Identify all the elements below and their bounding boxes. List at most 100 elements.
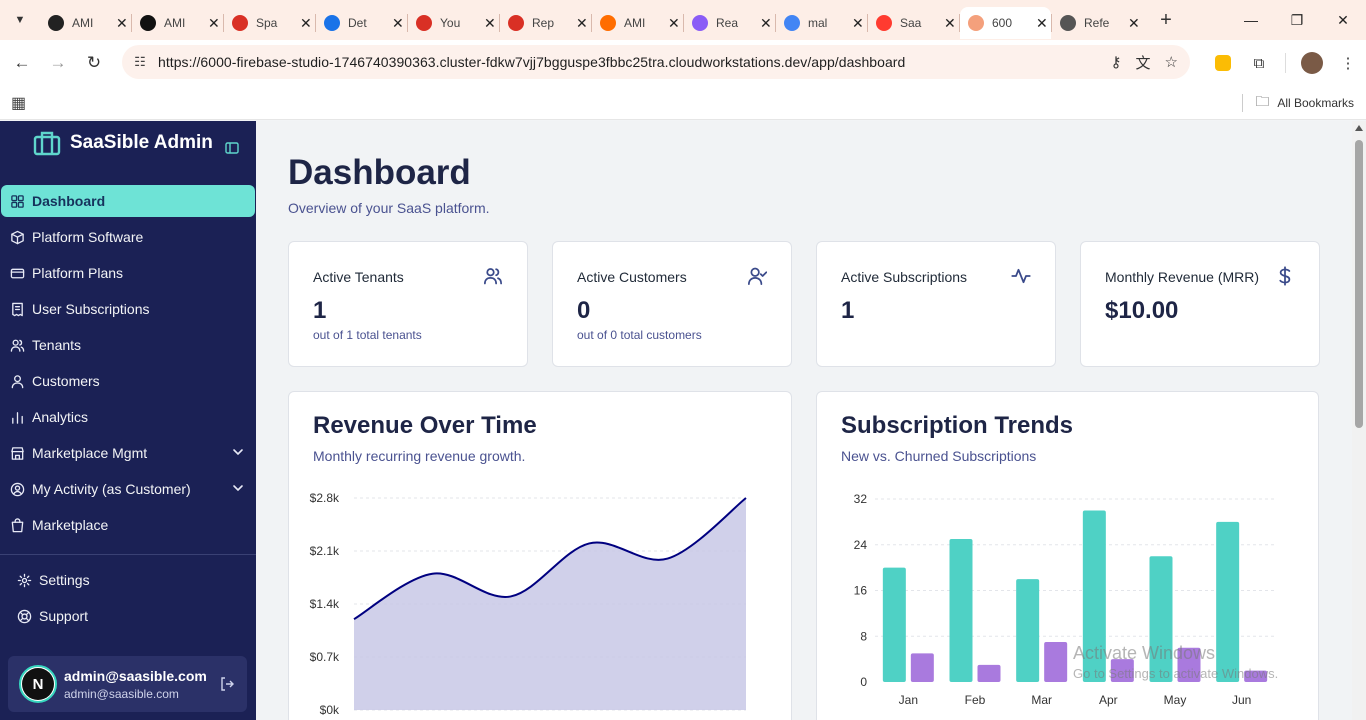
browser-tab[interactable]: Rea ✕ (684, 7, 775, 39)
page-scrollbar[interactable] (1352, 121, 1366, 720)
user-name: admin@saasible.com (64, 668, 207, 684)
all-bookmarks-label: All Bookmarks (1277, 96, 1354, 110)
sidebar-item-label: Marketplace (32, 517, 109, 533)
close-tab-icon[interactable]: ✕ (116, 15, 128, 32)
close-tab-icon[interactable]: ✕ (1036, 15, 1048, 32)
y-tick-label: $2.1k (310, 544, 340, 558)
sidebar-item-label: User Subscriptions (32, 301, 150, 317)
scroll-up-arrow[interactable] (1355, 125, 1363, 131)
user-profile[interactable]: N admin@saasible.com admin@saasible.com (8, 656, 247, 712)
chevron-down-icon[interactable] (231, 481, 245, 495)
sidebar-item-platform-plans[interactable]: Platform Plans (1, 257, 255, 289)
browser-tab[interactable]: Det ✕ (316, 7, 407, 39)
sidebar-item-analytics[interactable]: Analytics (1, 401, 255, 433)
sidebar-item-label: My Activity (as Customer) (32, 481, 191, 497)
globe-icon (1060, 15, 1076, 31)
bookmarks-bar: ▦ 🗀 All Bookmarks (0, 86, 1366, 120)
browser-tab[interactable]: Saa ✕ (868, 7, 959, 39)
x-tick-label: Apr (1099, 693, 1118, 707)
browser-tab[interactable]: Refe ✕ (1052, 7, 1143, 39)
close-tab-icon[interactable]: ✕ (392, 15, 404, 32)
bookmark-star-icon[interactable]: ☆ (1165, 53, 1178, 71)
sidebar-toggle-icon[interactable] (224, 140, 240, 156)
maximize-button[interactable]: ❐ (1274, 0, 1320, 40)
avatar: N (19, 665, 57, 703)
sidebar-item-my-activity-as-customer[interactable]: My Activity (as Customer) (1, 473, 255, 505)
browser-tab[interactable]: 600 ✕ (960, 7, 1051, 39)
browser-tab[interactable]: AMI ✕ (592, 7, 683, 39)
stat-title: Active Tenants (313, 269, 404, 285)
sidebar-item-label: Tenants (32, 337, 82, 353)
close-window-button[interactable]: ✕ (1320, 0, 1366, 40)
minimize-button[interactable]: — (1228, 0, 1274, 40)
close-tab-icon[interactable]: ✕ (300, 15, 312, 32)
subscription-chart: 0 8 16 24 32 Jan Feb Mar Apr May Jun (854, 492, 1275, 707)
profile-avatar[interactable] (1294, 45, 1330, 81)
settings-icon (16, 572, 32, 588)
sidebar-item-marketplace[interactable]: Marketplace (1, 509, 255, 541)
translate-icon[interactable]: 文 (1136, 52, 1151, 73)
forward-button[interactable]: → (40, 45, 76, 81)
browser-tab[interactable]: AMI ✕ (132, 7, 223, 39)
gmail-icon (416, 15, 432, 31)
scroll-thumb[interactable] (1355, 140, 1363, 428)
close-tab-icon[interactable]: ✕ (484, 15, 496, 32)
sidebar-item-marketplace-mgmt[interactable]: Marketplace Mgmt (1, 437, 255, 469)
close-tab-icon[interactable]: ✕ (576, 15, 588, 32)
close-tab-icon[interactable]: ✕ (1128, 15, 1140, 32)
stat-card: Active Tenants 1 out of 1 total tenants (288, 241, 528, 367)
sidebar-item-support[interactable]: Support (8, 600, 248, 632)
sidebar-item-dashboard[interactable]: Dashboard (1, 185, 255, 217)
close-tab-icon[interactable]: ✕ (208, 15, 220, 32)
sidebar-item-platform-software[interactable]: Platform Software (1, 221, 255, 253)
vite-icon (692, 15, 708, 31)
close-tab-icon[interactable]: ✕ (944, 15, 956, 32)
tab-strip: AMI ✕ AMI ✕ Spa ✕ Det ✕ You ✕ Rep ✕ AMI ✕ Rea ✕ mal ✕ Saa ✕… (40, 1, 1143, 39)
sidebar-item-settings[interactable]: Settings (8, 564, 248, 596)
tab-search-button[interactable]: ▼ (0, 0, 40, 40)
browser-tab-label: You (440, 16, 461, 30)
browser-tab[interactable]: mal ✕ (776, 7, 867, 39)
brand[interactable]: SaaSible Admin (33, 130, 213, 156)
browser-tab[interactable]: Spa ✕ (224, 7, 315, 39)
sidebar-item-user-subscriptions[interactable]: User Subscriptions (1, 293, 255, 325)
grid-icon (9, 193, 25, 209)
stat-title: Active Subscriptions (841, 269, 968, 285)
chevron-down-icon[interactable] (231, 445, 245, 459)
stat-value: 0 (577, 297, 591, 324)
receipt-icon (9, 301, 25, 317)
reload-button[interactable]: ↻ (76, 45, 112, 81)
new-tab-button[interactable]: + (1151, 5, 1181, 35)
user-email: admin@saasible.com (64, 687, 179, 701)
bar (882, 567, 906, 682)
back-button[interactable]: ← (4, 45, 40, 81)
chrome-icon (324, 15, 340, 31)
browser-tab[interactable]: AMI ✕ (40, 7, 131, 39)
revenue-chart-card: Revenue Over Time Monthly recurring reve… (288, 391, 792, 720)
close-tab-icon[interactable]: ✕ (852, 15, 864, 32)
y-tick-label: 0 (860, 675, 867, 689)
x-tick-label: Jan (899, 693, 918, 707)
y-tick-label: $0k (320, 703, 340, 717)
close-tab-icon[interactable]: ✕ (668, 15, 680, 32)
y-tick-label: 16 (854, 584, 868, 598)
password-key-icon[interactable]: ⚷ (1111, 53, 1122, 71)
site-settings-icon[interactable]: ☷ (126, 48, 154, 76)
users-icon (483, 266, 503, 286)
extensions-puzzle-icon[interactable]: ⧉ (1241, 45, 1277, 81)
sidebar-item-tenants[interactable]: Tenants (1, 329, 255, 361)
browser-tab[interactable]: Rep ✕ (500, 7, 591, 39)
bar (1244, 670, 1268, 682)
browser-menu-icon[interactable]: ⋮ (1330, 45, 1366, 81)
close-tab-icon[interactable]: ✕ (760, 15, 772, 32)
all-bookmarks-button[interactable]: 🗀 All Bookmarks (1242, 86, 1354, 120)
browser-tab-label: AMI (624, 16, 646, 30)
extension-yellow-icon[interactable] (1205, 45, 1241, 81)
logout-icon[interactable] (219, 676, 235, 692)
address-bar[interactable]: ☷ https://6000-firebase-studio-174674039… (122, 45, 1190, 79)
browser-tab-label: AMI (72, 16, 94, 30)
browser-tab[interactable]: You ✕ (408, 7, 499, 39)
apps-grid-icon[interactable]: ▦ (11, 93, 26, 113)
stat-value: $10.00 (1105, 297, 1179, 324)
sidebar-item-customers[interactable]: Customers (1, 365, 255, 397)
